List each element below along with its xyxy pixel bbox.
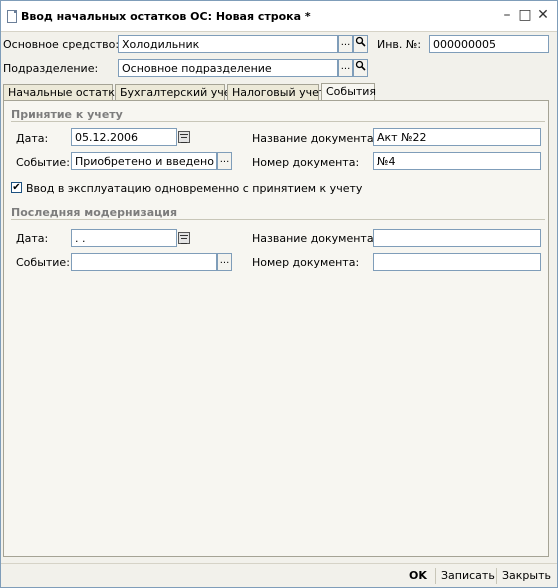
dialog-window: Ввод начальных остатков ОС: Новая строка… xyxy=(0,0,558,588)
save-button[interactable]: Записать xyxy=(441,569,495,582)
document-icon xyxy=(7,10,17,23)
acceptance-doc-name-input[interactable]: Акт №22 xyxy=(373,128,541,146)
asset-select-button[interactable]: ... xyxy=(338,35,353,53)
modernization-event-input[interactable] xyxy=(71,253,217,271)
modernization-date-input[interactable]: . . xyxy=(71,229,177,247)
modernization-doc-name-input[interactable] xyxy=(373,229,541,247)
footer-divider xyxy=(496,568,497,584)
calendar-icon[interactable] xyxy=(178,131,190,143)
commissioning-checkbox[interactable]: ✔ xyxy=(11,182,22,193)
acceptance-section-title: Принятие к учету xyxy=(11,108,123,121)
division-input[interactable]: Основное подразделение xyxy=(118,59,338,77)
modernization-date-label: Дата: xyxy=(16,232,49,245)
acceptance-event-label: Событие: xyxy=(16,156,70,169)
division-search-icon[interactable] xyxy=(353,59,368,77)
modernization-event-label: Событие: xyxy=(16,256,70,269)
minimize-icon[interactable]: – xyxy=(499,7,515,23)
inv-label: Инв. №: xyxy=(377,38,422,51)
modernization-event-select-button[interactable]: ... xyxy=(217,253,232,271)
ok-button[interactable]: OK xyxy=(409,569,427,582)
acceptance-event-select-button[interactable]: ... xyxy=(217,152,232,170)
section-divider xyxy=(11,121,545,122)
tab-tax-accounting[interactable]: Налоговый учет xyxy=(227,84,325,100)
acceptance-doc-name-label: Название документа: xyxy=(252,132,378,145)
acceptance-event-input[interactable]: Приобретено и введено в эк xyxy=(71,152,217,170)
division-select-button[interactable]: ... xyxy=(338,59,353,77)
inv-number-input[interactable]: 000000005 xyxy=(429,35,549,53)
commissioning-checkbox-label: Ввод в эксплуатацию одновременно с приня… xyxy=(26,182,363,195)
calendar-icon[interactable] xyxy=(178,232,190,244)
modernization-section-title: Последняя модернизация xyxy=(11,206,178,219)
title-bar: Ввод начальных остатков ОС: Новая строка… xyxy=(1,1,557,32)
acceptance-date-input[interactable]: 05.12.2006 xyxy=(71,128,177,146)
modernization-doc-name-label: Название документа: xyxy=(252,232,378,245)
modernization-doc-number-input[interactable] xyxy=(373,253,541,271)
acceptance-doc-number-label: Номер документа: xyxy=(252,156,360,169)
close-icon[interactable]: ✕ xyxy=(535,7,551,23)
dialog-footer: OK Записать Закрыть xyxy=(1,563,557,587)
acceptance-doc-number-input[interactable]: №4 xyxy=(373,152,541,170)
asset-input[interactable]: Холодильник xyxy=(118,35,338,53)
maximize-icon[interactable]: □ xyxy=(517,7,533,23)
asset-search-icon[interactable] xyxy=(353,35,368,53)
asset-label: Основное средство: xyxy=(3,38,120,51)
modernization-doc-number-label: Номер документа: xyxy=(252,256,360,269)
footer-divider xyxy=(435,568,436,584)
tab-events[interactable]: События xyxy=(321,83,376,101)
close-button[interactable]: Закрыть xyxy=(502,569,551,582)
window-title: Ввод начальных остатков ОС: Новая строка… xyxy=(21,10,311,23)
tab-initial-balances[interactable]: Начальные остатки xyxy=(3,84,122,100)
division-label: Подразделение: xyxy=(3,62,99,75)
tab-accounting[interactable]: Бухгалтерский учет xyxy=(115,84,237,100)
section-divider xyxy=(11,219,545,220)
acceptance-date-label: Дата: xyxy=(16,132,49,145)
